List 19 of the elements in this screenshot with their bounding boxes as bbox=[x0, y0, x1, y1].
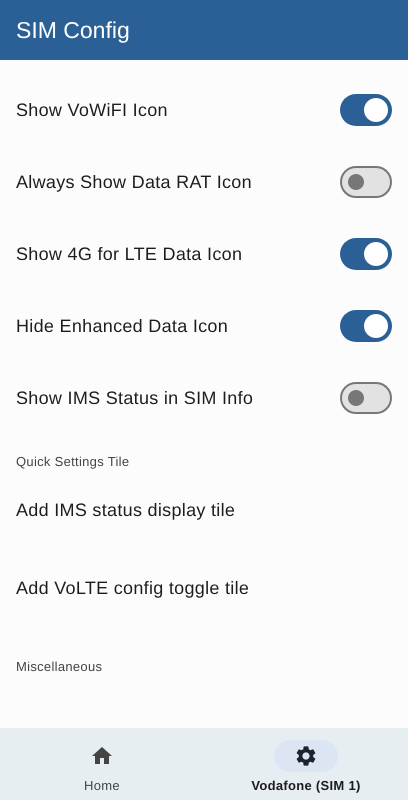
toggle-switch[interactable] bbox=[340, 382, 392, 414]
nav-tab[interactable]: Vodafone (SIM 1) bbox=[204, 728, 408, 800]
section-header: Quick Settings Tile bbox=[15, 453, 130, 471]
app-title: SIM Config bbox=[16, 16, 130, 44]
toggle-switch[interactable] bbox=[340, 238, 392, 270]
setting-item[interactable]: Add VoLTE config toggle tile bbox=[16, 578, 250, 598]
setting-label: Show 4G for LTE Data Icon bbox=[16, 244, 242, 264]
settings-icon bbox=[296, 746, 316, 766]
toggle-switch[interactable] bbox=[340, 94, 392, 126]
section-header: Miscellaneous bbox=[15, 658, 104, 676]
toggle-switch[interactable] bbox=[340, 166, 392, 198]
home-icon bbox=[92, 747, 112, 765]
setting-item[interactable]: Add IMS status display tile bbox=[16, 500, 236, 520]
nav-tab[interactable]: Home bbox=[0, 728, 204, 800]
setting-label: Always Show Data RAT Icon bbox=[16, 172, 252, 192]
setting-label: Hide Enhanced Data Icon bbox=[16, 316, 228, 336]
setting-label: Show VoWiFI Icon bbox=[16, 100, 168, 120]
setting-label: Show IMS Status in SIM Info bbox=[16, 388, 254, 408]
toggle-switch[interactable] bbox=[340, 310, 392, 342]
